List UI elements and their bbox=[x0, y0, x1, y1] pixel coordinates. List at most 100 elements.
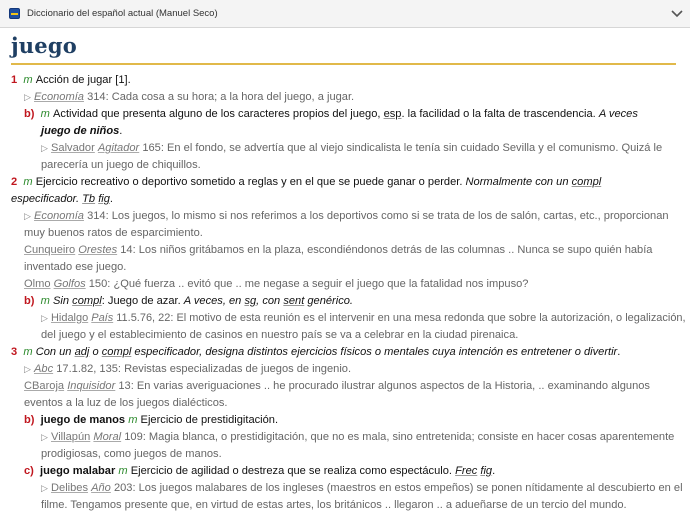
subsense-3b: b) juego de manos m Ejercicio de prestid… bbox=[0, 412, 690, 429]
triangle-right-icon: ▷ bbox=[24, 211, 31, 221]
citation-text: filme. Tengamos presente que, en virtud … bbox=[41, 499, 627, 511]
grammar-tag[interactable]: m bbox=[41, 108, 50, 120]
usage-note: especificador. bbox=[11, 193, 80, 205]
citation-cont: del juego y el establecimiento de casino… bbox=[0, 327, 690, 344]
citation-text: parecería un juego de chiquillos. bbox=[41, 159, 201, 171]
abbreviation[interactable]: esp bbox=[384, 108, 402, 120]
citation: ▷ Economía 314: Cada cosa a su hora; a l… bbox=[0, 89, 690, 106]
citation-work[interactable]: Inquisidor bbox=[67, 380, 115, 392]
citation-author[interactable]: Villapún bbox=[51, 431, 90, 443]
sense-2-cont: especificador. Tb fig. bbox=[0, 191, 690, 208]
usage-note: A veces, en bbox=[183, 295, 242, 307]
citation-text: 150: ¿Qué fuerza .. evitó que .. me nega… bbox=[88, 278, 529, 290]
definition-text: Acción de jugar [1]. bbox=[35, 74, 131, 86]
usage-note: Normalmente con un bbox=[465, 176, 569, 188]
citation-author[interactable]: Hidalgo bbox=[51, 312, 88, 324]
citation-work[interactable]: Golfos bbox=[54, 278, 86, 290]
definition-text: Ejercicio de agilidad o destreza que se … bbox=[130, 465, 452, 477]
abbreviation[interactable]: compl bbox=[72, 295, 102, 307]
abbreviation[interactable]: Frec bbox=[455, 465, 477, 477]
usage-note: Sin bbox=[53, 295, 70, 307]
triangle-right-icon: ▷ bbox=[41, 143, 48, 153]
grammar-tag[interactable]: m bbox=[118, 465, 127, 477]
sense-2: 2 m Ejercicio recreativo o deportivo som… bbox=[0, 174, 690, 191]
citation-work[interactable]: Orestes bbox=[78, 244, 117, 256]
citation-author[interactable]: CBaroja bbox=[24, 380, 64, 392]
abbreviation[interactable]: sg bbox=[244, 295, 256, 307]
citation-text: 109: Magia blanca, o prestidigitación, q… bbox=[124, 431, 675, 443]
abbreviation[interactable]: Tb bbox=[82, 193, 95, 205]
triangle-right-icon: ▷ bbox=[41, 432, 48, 442]
citation-work[interactable]: País bbox=[91, 312, 113, 324]
citation-author[interactable]: Salvador bbox=[51, 142, 95, 154]
citation: ▷ Economía 314: Los juegos, lo mismo si … bbox=[0, 208, 690, 225]
citation: ▷ Delibes Año 203: Los juegos malabares … bbox=[0, 480, 690, 497]
citation-source[interactable]: Economía bbox=[34, 91, 84, 103]
triangle-right-icon: ▷ bbox=[41, 313, 48, 323]
abbreviation[interactable]: sent bbox=[283, 295, 304, 307]
citation-author[interactable]: Cunqueiro bbox=[24, 244, 75, 256]
grammar-tag[interactable]: m bbox=[41, 295, 50, 307]
abbreviation[interactable]: compl bbox=[572, 176, 602, 188]
citation-text: 13: En varias averiguaciones .. he procu… bbox=[118, 380, 650, 392]
citation-work[interactable]: Moral bbox=[93, 431, 121, 443]
abbreviation[interactable]: compl bbox=[102, 346, 132, 358]
triangle-right-icon: ▷ bbox=[41, 483, 48, 493]
subsense-label: b) bbox=[24, 108, 35, 120]
entry-body: 1 m Acción de jugar [1]. ▷ Economía 314:… bbox=[0, 72, 690, 514]
definition-text: Actividad que presenta alguno de los car… bbox=[53, 108, 381, 120]
abbreviation[interactable]: fig bbox=[480, 465, 492, 477]
usage-note: especificador, designa distintos ejercic… bbox=[134, 346, 618, 358]
citation: ▷ Hidalgo País 11.5.76, 22: El motivo de… bbox=[0, 310, 690, 327]
lemma-phrase: juego de manos bbox=[40, 414, 126, 426]
citation-cont: parecería un juego de chiquillos. bbox=[0, 157, 690, 174]
definition-text: Ejercicio de prestidigitación. bbox=[140, 414, 279, 426]
citation: ▷ Salvador Agitador 165: En el fondo, se… bbox=[0, 140, 690, 157]
subsense-2b: b) m Sin compl: Juego de azar. A veces, … bbox=[0, 293, 690, 310]
header-divider bbox=[11, 63, 676, 65]
citation-cont: eventos a la luz de los juegos dialéctic… bbox=[0, 395, 690, 412]
usage-note: Con un bbox=[35, 346, 72, 358]
grammar-tag[interactable]: m bbox=[23, 346, 32, 358]
punct: . bbox=[109, 193, 113, 205]
citation-source[interactable]: Economía bbox=[34, 210, 84, 222]
citation: Olmo Golfos 150: ¿Qué fuerza .. evitó qu… bbox=[0, 276, 690, 293]
triangle-right-icon: ▷ bbox=[24, 92, 31, 102]
citation-source[interactable]: Abc bbox=[34, 363, 53, 375]
dictionary-app-icon bbox=[9, 8, 20, 19]
sense-1: 1 m Acción de jugar [1]. bbox=[0, 72, 690, 89]
sense-number: 3 bbox=[11, 346, 18, 358]
abbreviation[interactable]: adj bbox=[75, 346, 90, 358]
punct: . bbox=[617, 346, 621, 358]
citation-work[interactable]: Año bbox=[91, 482, 111, 494]
collapse-button[interactable] bbox=[668, 5, 686, 23]
definition-text: . la facilidad o la falta de trascendenc… bbox=[401, 108, 596, 120]
sense-number: 2 bbox=[11, 176, 18, 188]
usage-note: genérico. bbox=[307, 295, 354, 307]
citation-author[interactable]: Olmo bbox=[24, 278, 51, 290]
citation-text: 17.1.82, 135: Revistas especializadas de… bbox=[56, 363, 352, 375]
definition-text: : Juego de azar. bbox=[101, 295, 181, 307]
grammar-tag[interactable]: m bbox=[23, 176, 32, 188]
citation-text: muy buenos ratos de esparcimiento. bbox=[24, 227, 203, 239]
grammar-tag[interactable]: m bbox=[23, 74, 32, 86]
window-title: Diccionario del español actual (Manuel S… bbox=[27, 8, 218, 19]
grammar-tag[interactable]: m bbox=[128, 414, 137, 426]
citation-text: 314: Cada cosa a su hora; a la hora del … bbox=[87, 91, 355, 103]
abbreviation[interactable]: fig bbox=[98, 193, 110, 205]
punct: . bbox=[119, 125, 123, 137]
example-phrase: juego de niños bbox=[41, 125, 120, 137]
citation: Cunqueiro Orestes 14: Los niños gritábam… bbox=[0, 242, 690, 259]
citation-text: inventado ese juego. bbox=[24, 261, 127, 273]
citation: CBaroja Inquisidor 13: En varias averigu… bbox=[0, 378, 690, 395]
subsense-label: b) bbox=[24, 295, 35, 307]
citation-text: 11.5.76, 22: El motivo de esta reunión e… bbox=[116, 312, 686, 324]
citation-text: 165: En el fondo, se advertía que al vie… bbox=[142, 142, 663, 154]
chevron-down-icon bbox=[671, 10, 683, 18]
citation-text: 14: Los niños gritábamos en la plaza, es… bbox=[120, 244, 653, 256]
definition-text: Ejercicio recreativo o deportivo sometid… bbox=[35, 176, 463, 188]
punct: . bbox=[492, 465, 496, 477]
citation-author[interactable]: Delibes bbox=[51, 482, 88, 494]
usage-note: , con bbox=[256, 295, 281, 307]
citation-work[interactable]: Agitador bbox=[98, 142, 139, 154]
